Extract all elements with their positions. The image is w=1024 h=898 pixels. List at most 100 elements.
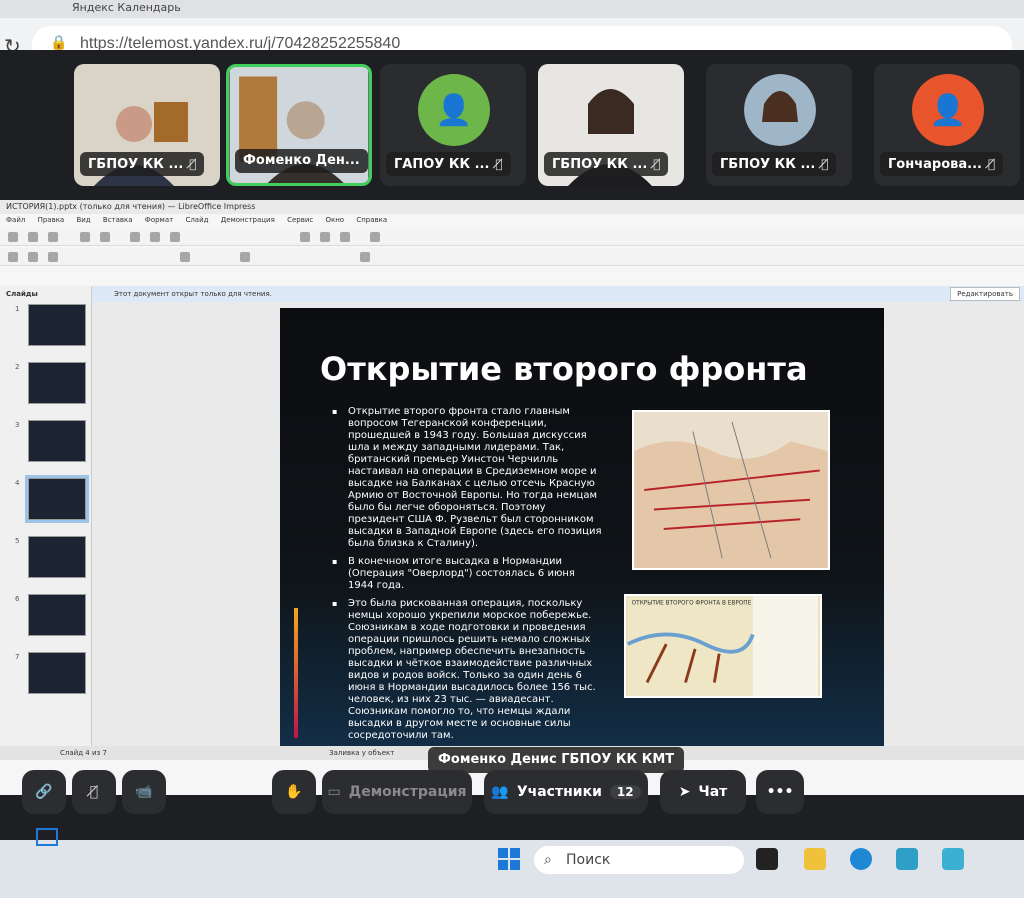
slides-panel: Слайды 1 2 3 4 5 6 7 (0, 286, 92, 746)
new-icon[interactable] (8, 232, 18, 242)
status-message: Заливка у объект (329, 749, 395, 757)
menu-insert[interactable]: Вставка (103, 216, 133, 224)
impress-menubar: Файл Правка Вид Вставка Формат Слайд Дем… (0, 214, 1024, 226)
participants-count: 12 (609, 785, 641, 799)
cut-icon[interactable] (130, 232, 140, 242)
menu-tools[interactable]: Сервис (287, 216, 313, 224)
slide-thumbnail[interactable]: 6 (15, 594, 86, 636)
slide-thumbnail[interactable]: 5 (15, 536, 86, 578)
windows-taskbar: ⌕ Поиск (0, 840, 1024, 898)
save-icon[interactable] (48, 232, 58, 242)
print-icon[interactable] (100, 232, 110, 242)
bullet-item: В конечном итоге высадка в Нормандии (Оп… (332, 556, 602, 592)
paste-icon[interactable] (170, 232, 180, 242)
bullet-item: Это была рискованная операция, поскольку… (332, 598, 602, 742)
chat-button[interactable]: ➤ Чат (660, 770, 746, 814)
widget-icon[interactable] (36, 828, 58, 846)
participant-tile-active[interactable]: Фоменко Ден... (226, 64, 372, 186)
slide-thumbnail[interactable]: 1 (15, 304, 86, 346)
image-icon[interactable] (320, 232, 330, 242)
participant-tile[interactable]: 👤 ГАПОУ КК ... 🎙̸ (380, 64, 526, 186)
menu-help[interactable]: Справка (356, 216, 387, 224)
user-icon: 👤 (929, 92, 967, 128)
drawing-toolbar (0, 248, 1024, 266)
start-slideshow-icon[interactable] (370, 232, 380, 242)
slide-thumbnail[interactable]: 3 (15, 420, 86, 462)
slide-thumbnail[interactable]: 2 (15, 362, 86, 404)
slide-canvas[interactable]: Открытие второго фронта Открытие второго… (92, 302, 1024, 760)
line-icon[interactable] (180, 252, 190, 262)
participant-tile[interactable]: ГБПОУ КК ... 🎙̸ (706, 64, 852, 186)
store-icon[interactable] (896, 848, 918, 870)
mic-toggle-button[interactable]: 🎙̸ (72, 770, 116, 814)
export-pdf-icon[interactable] (80, 232, 90, 242)
select-icon[interactable] (8, 252, 18, 262)
participants-icon: 👥 (491, 784, 509, 800)
open-icon[interactable] (28, 232, 38, 242)
participant-name: ГБПОУ КК ... 🎙̸ (80, 152, 205, 176)
mic-off-icon: 🎙̸ (495, 157, 503, 171)
participant-tile[interactable]: ГБПОУ КК ... 🎙̸ (538, 64, 684, 186)
search-placeholder: Поиск (566, 852, 611, 868)
edge-icon[interactable] (850, 848, 872, 870)
slide-title: Открытие второго фронта (320, 350, 808, 388)
standard-toolbar (0, 228, 1024, 246)
slide-bullets: Открытие второго фронта стало главным во… (332, 406, 602, 748)
camera-toggle-button[interactable]: 📹 (122, 770, 166, 814)
normandy-map-image: ОТКРЫТИЕ ВТОРОГО ФРОНТА В ЕВРОПЕ (624, 594, 822, 698)
participant-strip: ГБПОУ КК ... 🎙̸ Фоменко Ден... 👤 ГАПОУ КК… (70, 64, 1024, 194)
slide-counter: Слайд 4 из 7 (60, 749, 107, 757)
browser-tab[interactable]: Яндекс Календарь (60, 0, 193, 18)
mic-off-icon: 🎙̸ (987, 157, 996, 171)
participants-button[interactable]: 👥 Участники 12 (484, 770, 648, 814)
slides-panel-title: Слайды (6, 290, 38, 298)
copy-icon[interactable] (150, 232, 160, 242)
file-explorer-icon[interactable] (804, 848, 826, 870)
more-button[interactable]: ••• (756, 770, 804, 814)
screen-share-button[interactable]: ▭ Демонстрация (322, 770, 472, 814)
participant-name: ГБПОУ КК ... 🎙̸ (544, 152, 669, 176)
mic-off-icon: 🎙̸ (653, 157, 661, 171)
screen-share-icon: ▭ (327, 784, 341, 800)
user-icon: 👤 (435, 92, 473, 128)
edit-document-button[interactable]: Редактировать (950, 287, 1020, 301)
windows-start-icon[interactable] (498, 848, 520, 870)
current-slide[interactable]: Открытие второго фронта Открытие второго… (280, 308, 884, 760)
app-icon[interactable] (942, 848, 964, 870)
menu-view[interactable]: Вид (76, 216, 90, 224)
menu-file[interactable]: Файл (6, 216, 25, 224)
send-icon: ➤ (678, 784, 691, 800)
text-icon[interactable] (48, 252, 58, 262)
raise-hand-button[interactable]: ✋ (272, 770, 316, 814)
menu-format[interactable]: Формат (145, 216, 173, 224)
menu-edit[interactable]: Правка (38, 216, 65, 224)
menu-slideshow[interactable]: Демонстрация (221, 216, 275, 224)
slide-thumbnail-selected[interactable]: 4 (15, 475, 89, 523)
participant-name: Фоменко Ден... (235, 149, 368, 173)
zoom-icon[interactable] (28, 252, 38, 262)
readonly-text: Этот документ открыт только для чтения. (114, 290, 272, 298)
screen-share: ИСТОРИЯ(1).pptx (только для чтения) — Li… (0, 200, 1024, 795)
menu-window[interactable]: Окно (325, 216, 344, 224)
europe-map-image (632, 410, 830, 570)
participant-name: Гончарова... 🎙̸ (880, 152, 1004, 176)
participant-name: ГБПОУ КК ... 🎙̸ (712, 152, 837, 176)
link-icon: 🔗 (35, 784, 53, 800)
camera-icon: 📹 (135, 784, 153, 800)
taskview-icon[interactable] (756, 848, 778, 870)
participant-tile[interactable]: ГБПОУ КК ... 🎙̸ (74, 64, 220, 186)
participant-tile[interactable]: 👤 Гончарова... 🎙̸ (874, 64, 1020, 186)
link-button[interactable]: 🔗 (22, 770, 66, 814)
mic-off-icon: 🎙̸ (89, 784, 99, 800)
impress-titlebar: ИСТОРИЯ(1).pptx (только для чтения) — Li… (0, 200, 1024, 214)
chart-icon[interactable] (340, 232, 350, 242)
table-icon[interactable] (300, 232, 310, 242)
avatar (744, 74, 816, 146)
participant-name: ГАПОУ КК ... 🎙̸ (386, 152, 511, 176)
slide-thumbnail[interactable]: 7 (15, 652, 86, 694)
taskbar-search[interactable]: ⌕ Поиск (534, 846, 744, 874)
shape-icon[interactable] (240, 252, 250, 262)
star-icon[interactable] (360, 252, 370, 262)
meeting-window: ГБПОУ КК ... 🎙̸ Фоменко Ден... 👤 ГАПОУ КК… (0, 50, 1024, 898)
menu-slide[interactable]: Слайд (185, 216, 208, 224)
